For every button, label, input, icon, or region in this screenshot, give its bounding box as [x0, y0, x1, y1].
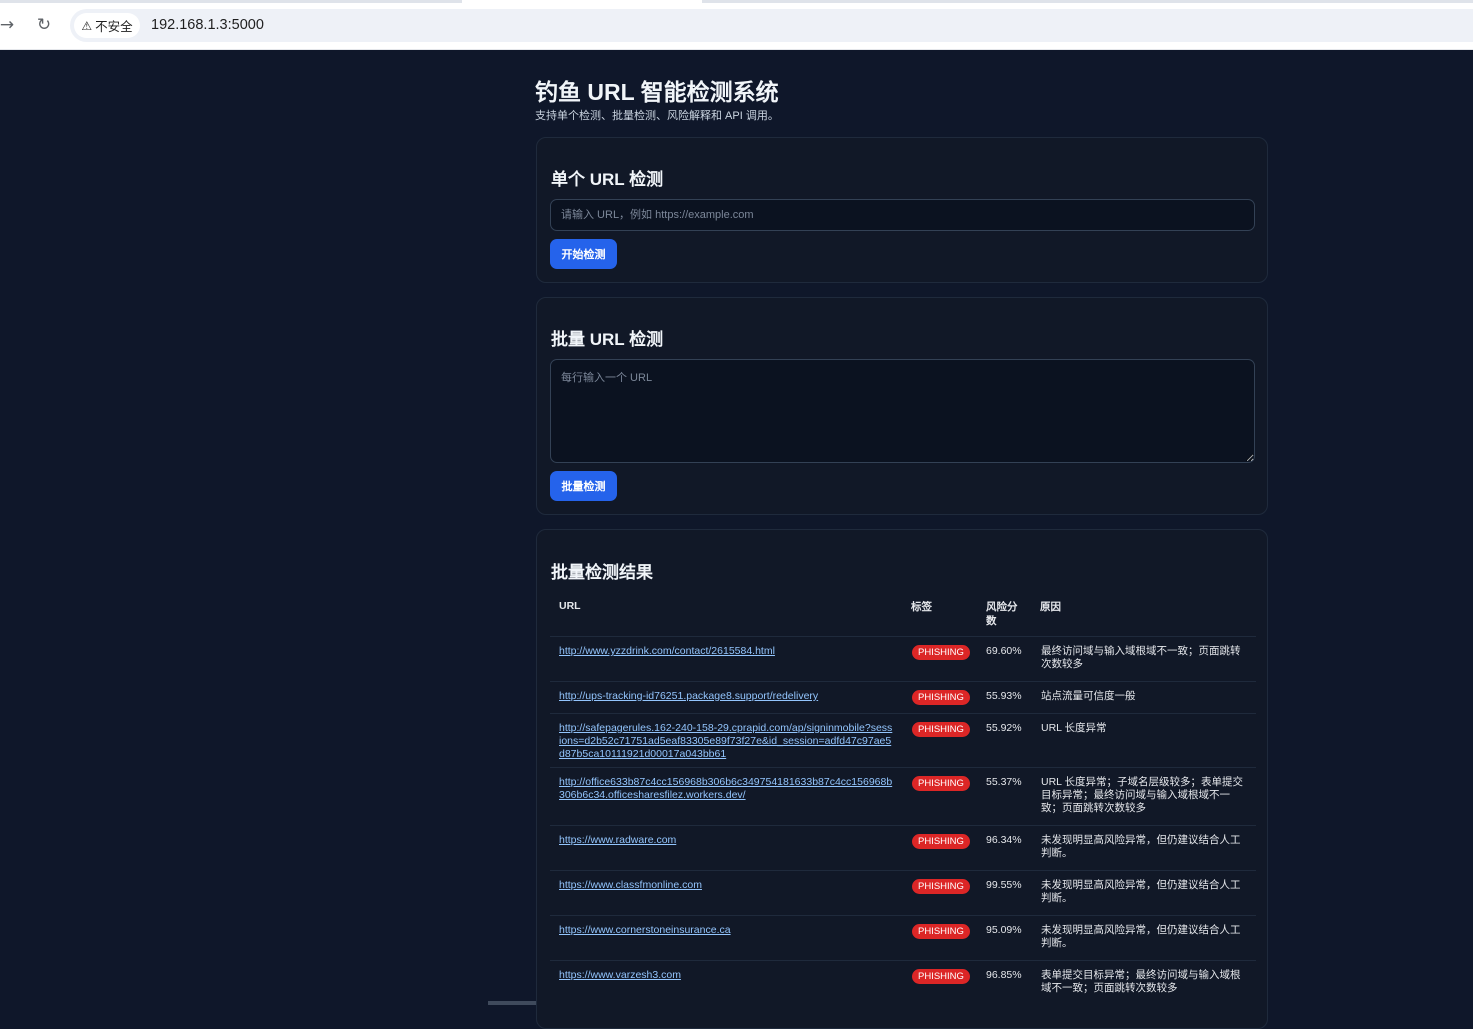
tab-strip	[0, 0, 1473, 3]
phishing-badge: PHISHING	[912, 722, 970, 737]
start-check-button[interactable]: 开始检测	[550, 239, 617, 269]
row-reason: URL 长度异常	[1041, 722, 1107, 734]
row-reason: 未发现明显高风险异常，但仍建议结合人工判断。	[1041, 924, 1241, 949]
row-reason: URL 长度异常；子域名层级较多；表单提交目标异常；最终访问域与输入域根域不一致…	[1041, 776, 1244, 814]
row-score: 69.60%	[986, 645, 1022, 657]
active-tab[interactable]	[462, 0, 702, 3]
address-bar[interactable]: ⚠ 不安全 192.168.1.3:5000	[70, 9, 1473, 42]
security-label: 不安全	[95, 20, 133, 34]
batch-check-button[interactable]: 批量检测	[550, 471, 617, 501]
url-link[interactable]: http://ups-tracking-id76251.package8.sup…	[559, 690, 818, 702]
url-link[interactable]: http://office633b87c4cc156968b306b6c3497…	[559, 776, 892, 801]
phishing-badge: PHISHING	[912, 969, 970, 984]
batch-results-card: 批量检测结果 URL 标签 风险分数 原因 http://www.yzzdrin…	[536, 529, 1268, 1029]
row-reason: 未发现明显高风险异常，但仍建议结合人工判断。	[1041, 879, 1241, 904]
row-label: PHISHING	[912, 776, 970, 791]
row-score: 55.92%	[986, 722, 1022, 734]
horizontal-scrollbar[interactable]	[488, 1001, 536, 1005]
row-score: 55.93%	[986, 690, 1022, 702]
warning-icon: ⚠	[81, 18, 93, 33]
batch-check-title: 批量 URL 检测	[551, 330, 664, 349]
browser-toolbar: → ↻ ⚠ 不安全 192.168.1.3:5000	[0, 0, 1473, 50]
row-label: PHISHING	[912, 690, 970, 705]
row-score: 95.09%	[986, 924, 1022, 936]
table-row: http://www.yzzdrink.com/contact/2615584.…	[550, 636, 1256, 681]
row-label: PHISHING	[912, 834, 970, 849]
url-link[interactable]: https://www.classfmonline.com	[559, 879, 702, 891]
forward-icon[interactable]: →	[0, 14, 18, 36]
table-row: http://ups-tracking-id76251.package8.sup…	[550, 681, 1256, 713]
table-row: https://www.classfmonline.com PHISHING 9…	[550, 870, 1256, 915]
phishing-badge: PHISHING	[912, 645, 970, 660]
row-score: 96.85%	[986, 969, 1022, 981]
url-link[interactable]: https://www.cornerstoneinsurance.ca	[559, 924, 731, 936]
row-reason: 站点流量可信度一般	[1041, 690, 1136, 702]
batch-results-title: 批量检测结果	[551, 563, 653, 582]
page-title: 钓鱼 URL 智能检测系统	[535, 79, 779, 105]
row-label: PHISHING	[912, 924, 970, 939]
phishing-badge: PHISHING	[912, 776, 970, 791]
table-row: https://www.radware.com PHISHING 96.34% …	[550, 825, 1256, 870]
phishing-badge: PHISHING	[912, 690, 970, 705]
row-url: https://www.classfmonline.com	[559, 879, 893, 892]
row-url: http://ups-tracking-id76251.package8.sup…	[559, 690, 893, 703]
row-url: https://www.cornerstoneinsurance.ca	[559, 924, 893, 937]
header-url: URL	[559, 600, 581, 612]
row-url: http://www.yzzdrink.com/contact/2615584.…	[559, 645, 893, 658]
header-label: 标签	[911, 601, 932, 613]
row-url: http://safepagerules.162-240-158-29.cpra…	[559, 722, 893, 761]
table-row: https://www.varzesh3.com PHISHING 96.85%…	[550, 960, 1256, 1005]
header-reason: 原因	[1040, 601, 1061, 613]
table-row: https://www.cornerstoneinsurance.ca PHIS…	[550, 915, 1256, 960]
single-url-input[interactable]	[550, 199, 1255, 231]
phishing-badge: PHISHING	[912, 924, 970, 939]
row-url: http://office633b87c4cc156968b306b6c3497…	[559, 776, 893, 802]
row-label: PHISHING	[912, 879, 970, 894]
url-link[interactable]: https://www.radware.com	[559, 834, 676, 846]
single-check-title: 单个 URL 检测	[551, 170, 664, 189]
row-reason: 未发现明显高风险异常，但仍建议结合人工判断。	[1041, 834, 1241, 859]
row-score: 96.34%	[986, 834, 1022, 846]
row-label: PHISHING	[912, 645, 970, 660]
row-score: 99.55%	[986, 879, 1022, 891]
phishing-badge: PHISHING	[912, 834, 970, 849]
single-check-card: 单个 URL 检测 开始检测	[536, 137, 1268, 283]
security-indicator[interactable]: ⚠ 不安全	[74, 13, 140, 38]
row-reason: 最终访问域与输入域根域不一致；页面跳转次数较多	[1041, 645, 1241, 670]
row-reason: 表单提交目标异常；最终访问域与输入域根域不一致；页面跳转次数较多	[1041, 969, 1241, 994]
batch-url-textarea[interactable]	[550, 359, 1255, 463]
row-url: https://www.radware.com	[559, 834, 893, 847]
reload-icon[interactable]: ↻	[33, 14, 55, 36]
url-link[interactable]: http://www.yzzdrink.com/contact/2615584.…	[559, 645, 775, 657]
address-text[interactable]: 192.168.1.3:5000	[151, 17, 264, 33]
page-subtitle: 支持单个检测、批量检测、风险解释和 API 调用。	[535, 110, 779, 122]
url-link[interactable]: http://safepagerules.162-240-158-29.cpra…	[559, 722, 892, 760]
url-link[interactable]: https://www.varzesh3.com	[559, 969, 681, 981]
header-score: 风险分数	[986, 601, 1018, 627]
table-row: http://safepagerules.162-240-158-29.cpra…	[550, 713, 1256, 767]
row-label: PHISHING	[912, 722, 970, 737]
table-row: http://office633b87c4cc156968b306b6c3497…	[550, 767, 1256, 825]
row-label: PHISHING	[912, 969, 970, 984]
row-url: https://www.varzesh3.com	[559, 969, 893, 982]
row-score: 55.37%	[986, 776, 1022, 788]
batch-check-card: 批量 URL 检测 批量检测	[536, 297, 1268, 515]
phishing-badge: PHISHING	[912, 879, 970, 894]
